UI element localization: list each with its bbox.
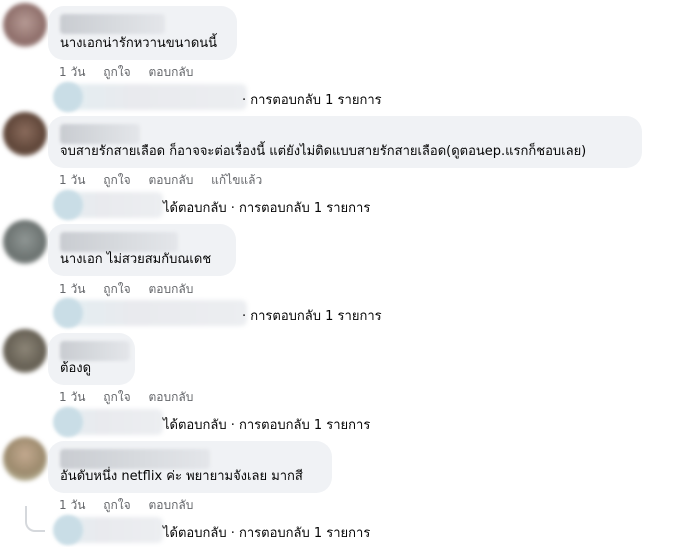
commenter-name[interactable] bbox=[60, 124, 140, 144]
commenter-name[interactable] bbox=[60, 232, 178, 252]
reply-avatar bbox=[53, 82, 83, 112]
reply-avatar bbox=[53, 515, 83, 545]
reply-avatar bbox=[53, 298, 83, 328]
avatar[interactable] bbox=[3, 220, 47, 264]
reply-summary[interactable]: ได้ตอบกลับ · การตอบกลับ 1 รายการ bbox=[163, 197, 370, 218]
commenter-name[interactable] bbox=[60, 14, 165, 34]
reply-button[interactable]: ตอบกลับ bbox=[148, 282, 193, 296]
comment-actions: 1 วัน ถูกใจ ตอบกลับ bbox=[59, 63, 207, 82]
reply-summary[interactable]: · การตอบกลับ 1 รายการ bbox=[242, 305, 382, 326]
reply-summary[interactable]: · การตอบกลับ 1 รายการ bbox=[242, 89, 382, 110]
reply-avatar bbox=[53, 190, 83, 220]
reply-avatar bbox=[53, 407, 83, 437]
comment-text: นางเอก ไม่สวยสมกับณเดช bbox=[60, 252, 212, 267]
reply-button[interactable]: ตอบกลับ bbox=[148, 498, 193, 512]
timestamp[interactable]: 1 วัน bbox=[59, 65, 85, 79]
reply-button[interactable]: ตอบกลับ bbox=[148, 390, 193, 404]
comment-actions: 1 วัน ถูกใจ ตอบกลับ bbox=[59, 496, 207, 515]
comment-text: นางเอกน่ารักหวานขนาดนนี้ bbox=[60, 36, 218, 51]
thread-connector-line bbox=[25, 506, 45, 532]
comment-bubble: ต้องดู bbox=[48, 333, 135, 385]
comment-bubble: นางเอก ไม่สวยสมกับณเดช bbox=[48, 224, 236, 276]
commenter-name[interactable] bbox=[60, 341, 130, 361]
comment-text: ต้องดู bbox=[60, 361, 92, 376]
timestamp[interactable]: 1 วัน bbox=[59, 282, 85, 296]
edited-label: แก้ไขแล้ว bbox=[211, 173, 263, 187]
comment-bubble: นางเอกน่ารักหวานขนาดนนี้ bbox=[48, 6, 237, 60]
like-button[interactable]: ถูกใจ bbox=[103, 498, 130, 512]
avatar[interactable] bbox=[3, 437, 47, 481]
comment-text: จบสายรักสายเลือด ก็อาจจะต่อเรื่องนี้ แต่… bbox=[60, 144, 587, 159]
like-button[interactable]: ถูกใจ bbox=[103, 173, 130, 187]
reply-button[interactable]: ตอบกลับ bbox=[148, 173, 193, 187]
reply-summary[interactable]: ได้ตอบกลับ · การตอบกลับ 1 รายการ bbox=[163, 414, 370, 435]
like-button[interactable]: ถูกใจ bbox=[103, 282, 130, 296]
commenter-name[interactable] bbox=[60, 449, 210, 469]
like-button[interactable]: ถูกใจ bbox=[103, 65, 130, 79]
comment-actions: 1 วัน ถูกใจ ตอบกลับ bbox=[59, 280, 207, 299]
timestamp[interactable]: 1 วัน bbox=[59, 173, 85, 187]
timestamp[interactable]: 1 วัน bbox=[59, 390, 85, 404]
reply-summary[interactable]: ได้ตอบกลับ · การตอบกลับ 1 รายการ bbox=[163, 522, 370, 543]
timestamp[interactable]: 1 วัน bbox=[59, 498, 85, 512]
avatar[interactable] bbox=[3, 3, 47, 47]
like-button[interactable]: ถูกใจ bbox=[103, 390, 130, 404]
comment-actions: 1 วัน ถูกใจ ตอบกลับ แก้ไขแล้ว bbox=[59, 171, 276, 190]
comment-text: อันดับหนึ่ง netflix ค่ะ พยายามจังเลย มาก… bbox=[60, 469, 303, 484]
comment-actions: 1 วัน ถูกใจ ตอบกลับ bbox=[59, 388, 207, 407]
avatar[interactable] bbox=[3, 329, 47, 373]
comment-bubble: จบสายรักสายเลือด ก็อาจจะต่อเรื่องนี้ แต่… bbox=[48, 116, 642, 168]
reply-button[interactable]: ตอบกลับ bbox=[148, 65, 193, 79]
avatar[interactable] bbox=[3, 112, 47, 156]
comment-bubble: อันดับหนึ่ง netflix ค่ะ พยายามจังเลย มาก… bbox=[48, 441, 332, 493]
